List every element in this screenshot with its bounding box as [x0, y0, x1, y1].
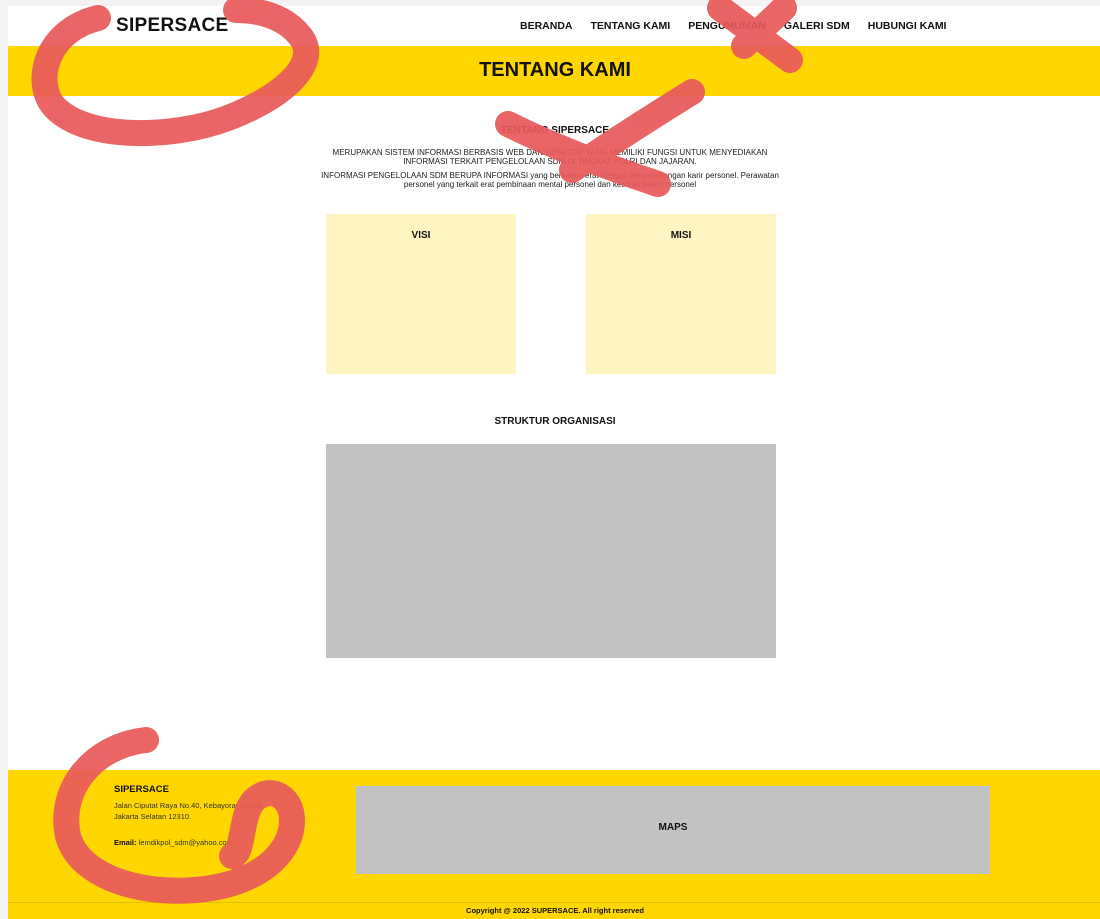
maps-placeholder[interactable]: MAPS — [356, 786, 990, 874]
visi-card: VISI — [326, 214, 516, 374]
brand-logo[interactable]: SIPERSACE — [116, 15, 229, 37]
page-title: TENTANG KAMI — [479, 59, 631, 81]
footer-email: Email: lemdikpol_sdm@yahoo.com — [114, 838, 233, 847]
footer-email-link[interactable]: lemdikpol_sdm@yahoo.com — [139, 838, 233, 847]
nav-item-tentang-kami[interactable]: TENTANG KAMI — [591, 20, 671, 32]
footer: SIPERSACE Jalan Ciputat Raya No.40, Keba… — [8, 770, 1100, 902]
org-structure-image-placeholder — [326, 444, 776, 658]
nav-item-hubungi-kami[interactable]: HUBUNGI KAMI — [868, 20, 947, 32]
about-heading: TENTANG SIPERSACE — [500, 125, 610, 136]
page-banner: TENTANG KAMI — [8, 46, 1100, 96]
top-navbar: SIPERSACE BERANDA TENTANG KAMI PENGUMUMA… — [8, 6, 1100, 46]
nav-item-beranda[interactable]: BERANDA — [520, 20, 573, 32]
footer-address: Jalan Ciputat Raya No.40, Kebayoran Lama… — [114, 801, 263, 821]
maps-label: MAPS — [658, 822, 688, 833]
nav-item-galeri-sdm[interactable]: GALERI SDM — [784, 20, 850, 32]
page: SIPERSACE BERANDA TENTANG KAMI PENGUMUMA… — [8, 6, 1100, 919]
nav-item-pengumuman[interactable]: PENGUMUMAN — [688, 20, 766, 32]
visi-title: VISI — [411, 230, 431, 241]
nav-menu: BERANDA TENTANG KAMI PENGUMUMAN GALERI S… — [520, 20, 946, 32]
structure-title: STRUKTUR ORGANISASI — [494, 416, 616, 427]
misi-title: MISI — [670, 230, 692, 241]
about-paragraph-2: INFORMASI PENGELOLAAN SDM BERUPA INFORMA… — [321, 171, 779, 189]
copyright-bar: Copyright @ 2022 SUPERSACE. All right re… — [8, 902, 1100, 919]
about-paragraph-1: MERUPAKAN SISTEM INFORMASI BERBASIS WEB … — [332, 148, 768, 166]
misi-card: MISI — [586, 214, 776, 374]
footer-email-label: Email: — [114, 838, 137, 847]
footer-brand: SIPERSACE — [114, 784, 169, 795]
